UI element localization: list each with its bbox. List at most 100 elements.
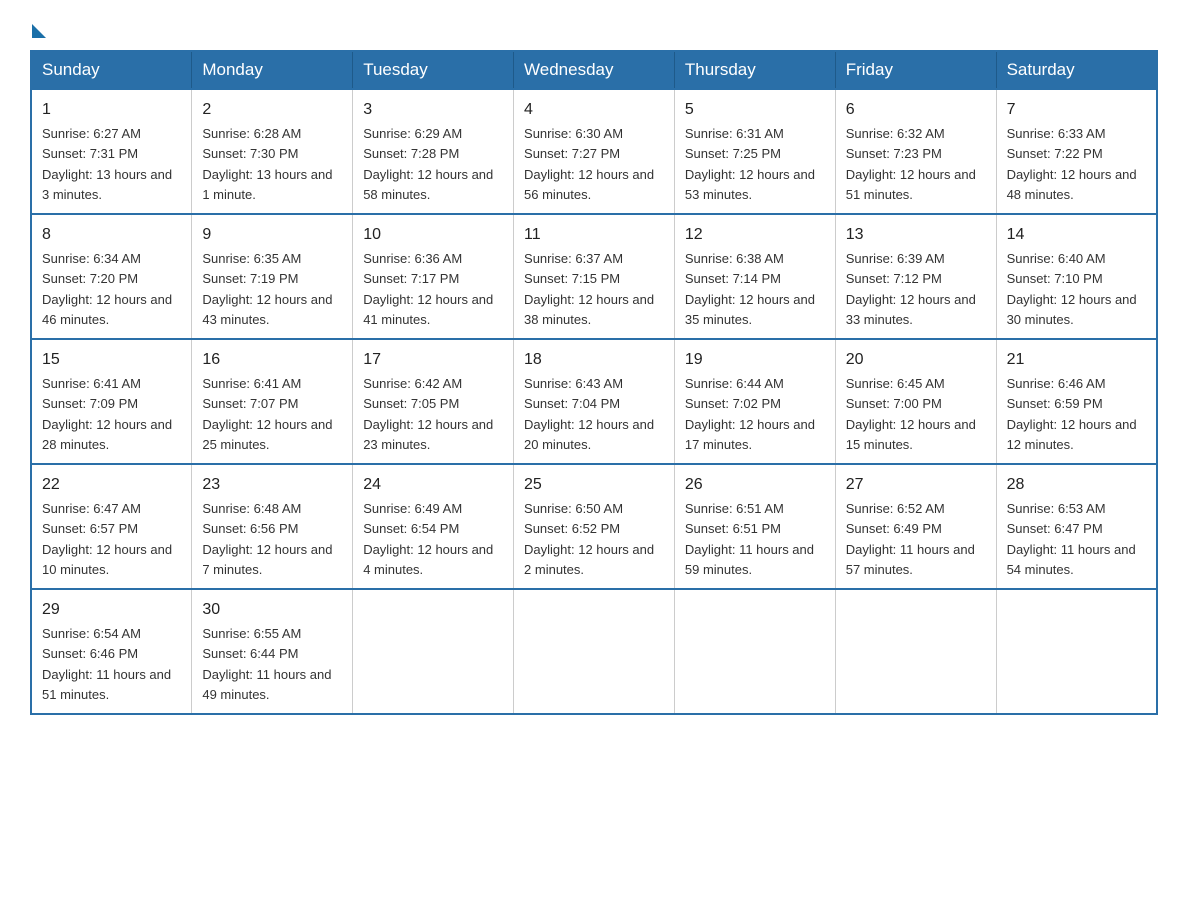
day-info: Sunrise: 6:34 AMSunset: 7:20 PMDaylight:…	[42, 251, 172, 327]
calendar-day-cell: 5Sunrise: 6:31 AMSunset: 7:25 PMDaylight…	[674, 89, 835, 214]
calendar-day-cell: 2 Sunrise: 6:28 AMSunset: 7:30 PMDaylight…	[192, 89, 353, 214]
page-header	[30, 20, 1158, 32]
calendar-day-cell: 27 Sunrise: 6:52 AMSunset: 6:49 PMDayligh…	[835, 464, 996, 589]
calendar-day-cell	[674, 589, 835, 714]
day-info: Sunrise: 6:51 AMSunset: 6:51 PMDaylight:…	[685, 501, 814, 577]
calendar-day-cell: 8 Sunrise: 6:34 AMSunset: 7:20 PMDaylight…	[31, 214, 192, 339]
day-info: Sunrise: 6:48 AMSunset: 6:56 PMDaylight:…	[202, 501, 332, 577]
day-number: 1	[42, 98, 181, 122]
day-info: Sunrise: 6:40 AMSunset: 7:10 PMDaylight:…	[1007, 251, 1137, 327]
day-number: 16	[202, 348, 342, 372]
day-number: 4	[524, 98, 664, 122]
day-info: Sunrise: 6:50 AMSunset: 6:52 PMDaylight:…	[524, 501, 654, 577]
calendar-day-cell: 11 Sunrise: 6:37 AMSunset: 7:15 PMDayligh…	[514, 214, 675, 339]
day-info: Sunrise: 6:46 AMSunset: 6:59 PMDaylight:…	[1007, 376, 1137, 452]
calendar-day-cell: 12 Sunrise: 6:38 AMSunset: 7:14 PMDayligh…	[674, 214, 835, 339]
calendar-day-cell: 17Sunrise: 6:42 AMSunset: 7:05 PMDayligh…	[353, 339, 514, 464]
day-number: 23	[202, 473, 342, 497]
day-number: 8	[42, 223, 181, 247]
day-number: 30	[202, 598, 342, 622]
logo-arrow-icon	[32, 24, 46, 38]
calendar-table: SundayMondayTuesdayWednesdayThursdayFrid…	[30, 50, 1158, 715]
calendar-day-cell: 29 Sunrise: 6:54 AMSunset: 6:46 PMDayligh…	[31, 589, 192, 714]
day-number: 12	[685, 223, 825, 247]
day-number: 26	[685, 473, 825, 497]
day-number: 24	[363, 473, 503, 497]
day-info: Sunrise: 6:49 AMSunset: 6:54 PMDaylight:…	[363, 501, 493, 577]
calendar-header-row: SundayMondayTuesdayWednesdayThursdayFrid…	[31, 51, 1157, 89]
calendar-day-cell: 18Sunrise: 6:43 AMSunset: 7:04 PMDayligh…	[514, 339, 675, 464]
day-number: 6	[846, 98, 986, 122]
calendar-day-cell: 14 Sunrise: 6:40 AMSunset: 7:10 PMDayligh…	[996, 214, 1157, 339]
calendar-day-cell	[514, 589, 675, 714]
calendar-day-cell: 19Sunrise: 6:44 AMSunset: 7:02 PMDayligh…	[674, 339, 835, 464]
day-number: 29	[42, 598, 181, 622]
calendar-day-cell	[835, 589, 996, 714]
day-number: 13	[846, 223, 986, 247]
day-number: 10	[363, 223, 503, 247]
calendar-day-cell: 4 Sunrise: 6:30 AMSunset: 7:27 PMDaylight…	[514, 89, 675, 214]
calendar-day-cell: 13 Sunrise: 6:39 AMSunset: 7:12 PMDayligh…	[835, 214, 996, 339]
calendar-day-cell: 26 Sunrise: 6:51 AMSunset: 6:51 PMDayligh…	[674, 464, 835, 589]
calendar-day-cell	[996, 589, 1157, 714]
calendar-day-cell: 10 Sunrise: 6:36 AMSunset: 7:17 PMDayligh…	[353, 214, 514, 339]
day-info: Sunrise: 6:37 AMSunset: 7:15 PMDaylight:…	[524, 251, 654, 327]
calendar-day-header: Sunday	[31, 51, 192, 89]
calendar-day-header: Tuesday	[353, 51, 514, 89]
calendar-day-header: Thursday	[674, 51, 835, 89]
calendar-day-header: Monday	[192, 51, 353, 89]
day-info: Sunrise: 6:28 AMSunset: 7:30 PMDaylight:…	[202, 126, 332, 202]
day-info: Sunrise: 6:43 AMSunset: 7:04 PMDaylight:…	[524, 376, 654, 452]
calendar-day-cell	[353, 589, 514, 714]
day-info: Sunrise: 6:52 AMSunset: 6:49 PMDaylight:…	[846, 501, 975, 577]
day-number: 25	[524, 473, 664, 497]
day-number: 5	[685, 98, 825, 122]
calendar-week-row: 8 Sunrise: 6:34 AMSunset: 7:20 PMDaylight…	[31, 214, 1157, 339]
day-number: 27	[846, 473, 986, 497]
day-number: 22	[42, 473, 181, 497]
day-info: Sunrise: 6:38 AMSunset: 7:14 PMDaylight:…	[685, 251, 815, 327]
day-info: Sunrise: 6:30 AMSunset: 7:27 PMDaylight:…	[524, 126, 654, 202]
day-info: Sunrise: 6:47 AMSunset: 6:57 PMDaylight:…	[42, 501, 172, 577]
day-number: 14	[1007, 223, 1146, 247]
day-info: Sunrise: 6:35 AMSunset: 7:19 PMDaylight:…	[202, 251, 332, 327]
calendar-day-cell: 1Sunrise: 6:27 AMSunset: 7:31 PMDaylight…	[31, 89, 192, 214]
day-info: Sunrise: 6:41 AMSunset: 7:07 PMDaylight:…	[202, 376, 332, 452]
day-info: Sunrise: 6:39 AMSunset: 7:12 PMDaylight:…	[846, 251, 976, 327]
day-number: 3	[363, 98, 503, 122]
day-info: Sunrise: 6:33 AMSunset: 7:22 PMDaylight:…	[1007, 126, 1137, 202]
calendar-day-header: Saturday	[996, 51, 1157, 89]
calendar-day-header: Friday	[835, 51, 996, 89]
day-info: Sunrise: 6:45 AMSunset: 7:00 PMDaylight:…	[846, 376, 976, 452]
calendar-week-row: 1Sunrise: 6:27 AMSunset: 7:31 PMDaylight…	[31, 89, 1157, 214]
calendar-day-cell: 16 Sunrise: 6:41 AMSunset: 7:07 PMDayligh…	[192, 339, 353, 464]
day-info: Sunrise: 6:36 AMSunset: 7:17 PMDaylight:…	[363, 251, 493, 327]
day-info: Sunrise: 6:53 AMSunset: 6:47 PMDaylight:…	[1007, 501, 1136, 577]
calendar-day-header: Wednesday	[514, 51, 675, 89]
calendar-week-row: 22 Sunrise: 6:47 AMSunset: 6:57 PMDayligh…	[31, 464, 1157, 589]
calendar-week-row: 29 Sunrise: 6:54 AMSunset: 6:46 PMDayligh…	[31, 589, 1157, 714]
calendar-day-cell: 30Sunrise: 6:55 AMSunset: 6:44 PMDayligh…	[192, 589, 353, 714]
calendar-day-cell: 22 Sunrise: 6:47 AMSunset: 6:57 PMDayligh…	[31, 464, 192, 589]
day-info: Sunrise: 6:44 AMSunset: 7:02 PMDaylight:…	[685, 376, 815, 452]
day-info: Sunrise: 6:32 AMSunset: 7:23 PMDaylight:…	[846, 126, 976, 202]
day-info: Sunrise: 6:29 AMSunset: 7:28 PMDaylight:…	[363, 126, 493, 202]
day-number: 28	[1007, 473, 1146, 497]
day-info: Sunrise: 6:54 AMSunset: 6:46 PMDaylight:…	[42, 626, 171, 702]
logo	[30, 20, 46, 32]
day-number: 11	[524, 223, 664, 247]
calendar-day-cell: 20Sunrise: 6:45 AMSunset: 7:00 PMDayligh…	[835, 339, 996, 464]
calendar-day-cell: 7 Sunrise: 6:33 AMSunset: 7:22 PMDaylight…	[996, 89, 1157, 214]
day-number: 9	[202, 223, 342, 247]
day-number: 21	[1007, 348, 1146, 372]
calendar-day-cell: 24 Sunrise: 6:49 AMSunset: 6:54 PMDayligh…	[353, 464, 514, 589]
day-number: 2	[202, 98, 342, 122]
calendar-day-cell: 28 Sunrise: 6:53 AMSunset: 6:47 PMDayligh…	[996, 464, 1157, 589]
calendar-day-cell: 6 Sunrise: 6:32 AMSunset: 7:23 PMDaylight…	[835, 89, 996, 214]
day-number: 7	[1007, 98, 1146, 122]
day-info: Sunrise: 6:42 AMSunset: 7:05 PMDaylight:…	[363, 376, 493, 452]
calendar-day-cell: 3 Sunrise: 6:29 AMSunset: 7:28 PMDaylight…	[353, 89, 514, 214]
day-info: Sunrise: 6:41 AMSunset: 7:09 PMDaylight:…	[42, 376, 172, 452]
calendar-day-cell: 25 Sunrise: 6:50 AMSunset: 6:52 PMDayligh…	[514, 464, 675, 589]
day-number: 15	[42, 348, 181, 372]
